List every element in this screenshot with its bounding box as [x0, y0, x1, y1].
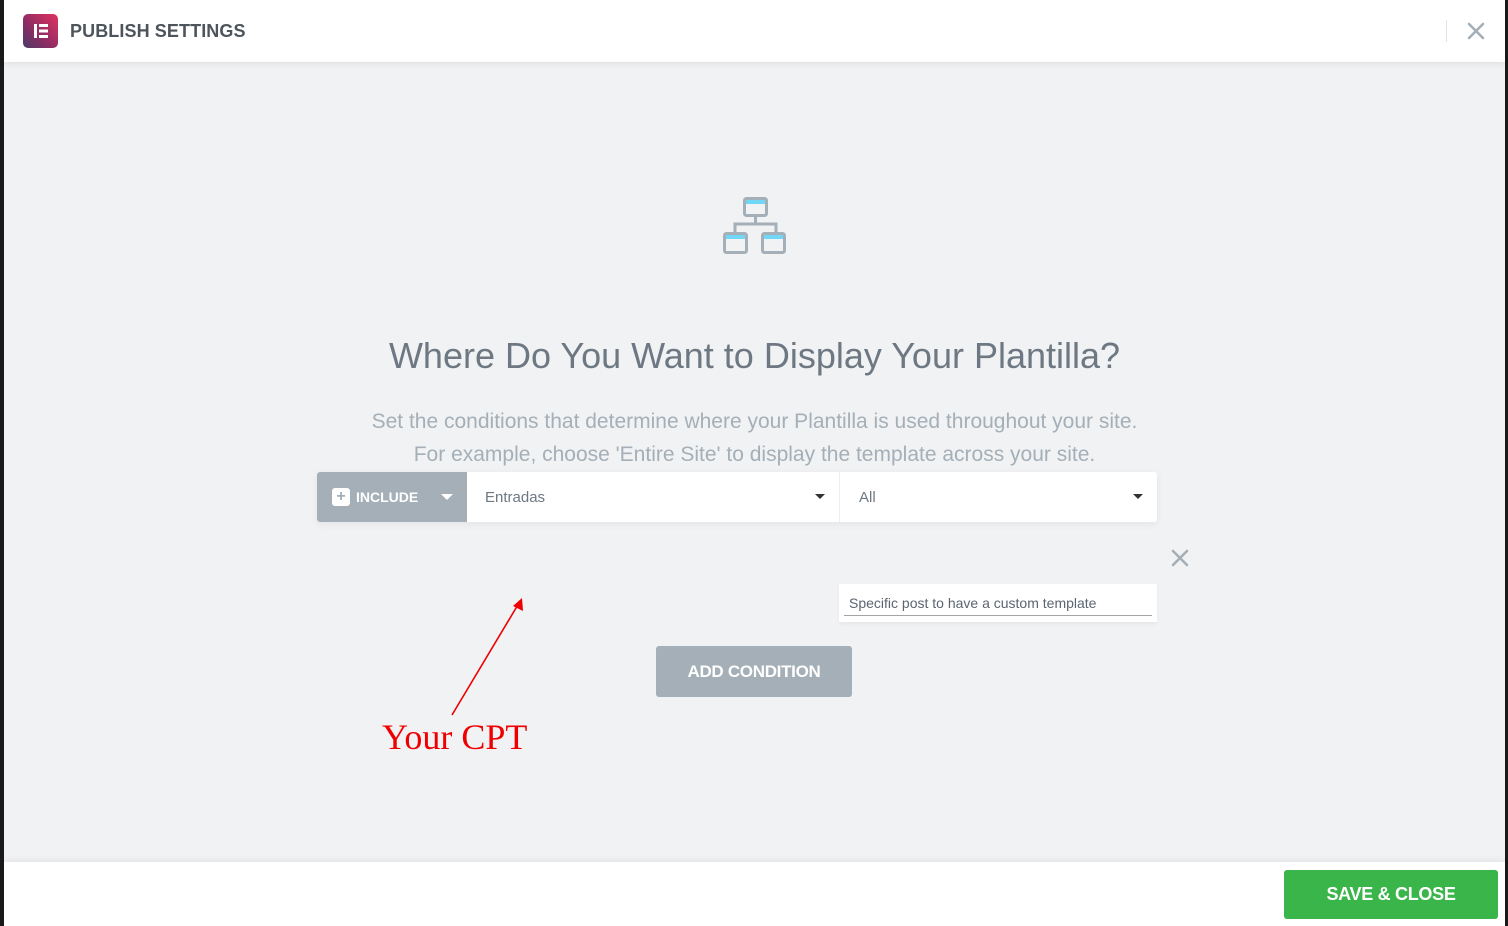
condition-row: + INCLUDE Entradas All: [317, 472, 1157, 522]
add-condition-button[interactable]: ADD CONDITION: [656, 646, 852, 697]
condition-subtype-select[interactable]: All: [839, 472, 1157, 522]
remove-condition-icon[interactable]: [1171, 549, 1189, 567]
modal-content: Where Do You Want to Display Your Planti…: [4, 62, 1505, 862]
chevron-down-icon: [1133, 494, 1143, 499]
chevron-down-icon: [815, 494, 825, 499]
description-line-1: Set the conditions that determine where …: [371, 410, 1138, 433]
description-line-2: For example, choose 'Entire Site' to dis…: [413, 443, 1096, 466]
page-heading: Where Do You Want to Display Your Planti…: [388, 335, 1121, 376]
modal-header: PUBLISH SETTINGS: [4, 0, 1505, 62]
include-exclude-select[interactable]: + INCLUDE: [317, 472, 467, 522]
header-divider: [1446, 20, 1447, 42]
modal-title: PUBLISH SETTINGS: [70, 21, 246, 41]
post-search-dropdown: [839, 584, 1157, 622]
page-description: Set the conditions that determine where …: [4, 405, 1505, 471]
save-and-close-button[interactable]: SAVE & CLOSE: [1284, 870, 1498, 919]
close-icon[interactable]: [1465, 20, 1487, 42]
sitemap-hierarchy-icon: [723, 197, 789, 262]
include-label: INCLUDE: [356, 489, 419, 505]
post-search-input[interactable]: [844, 590, 1152, 616]
publish-settings-modal: PUBLISH SETTINGS Where Do You Want to Di…: [4, 0, 1505, 926]
condition-type-value: Entradas: [485, 488, 546, 506]
annotation-label: Your CPT: [382, 717, 528, 757]
annotation-arrow-icon: [451, 598, 523, 716]
chevron-down-icon: [441, 494, 453, 500]
modal-footer: SAVE & CLOSE: [4, 862, 1505, 926]
condition-type-select[interactable]: Entradas: [467, 472, 839, 522]
plus-icon: +: [332, 488, 350, 506]
elementor-logo-icon: [23, 14, 58, 48]
condition-subtype-value: All: [859, 488, 876, 506]
